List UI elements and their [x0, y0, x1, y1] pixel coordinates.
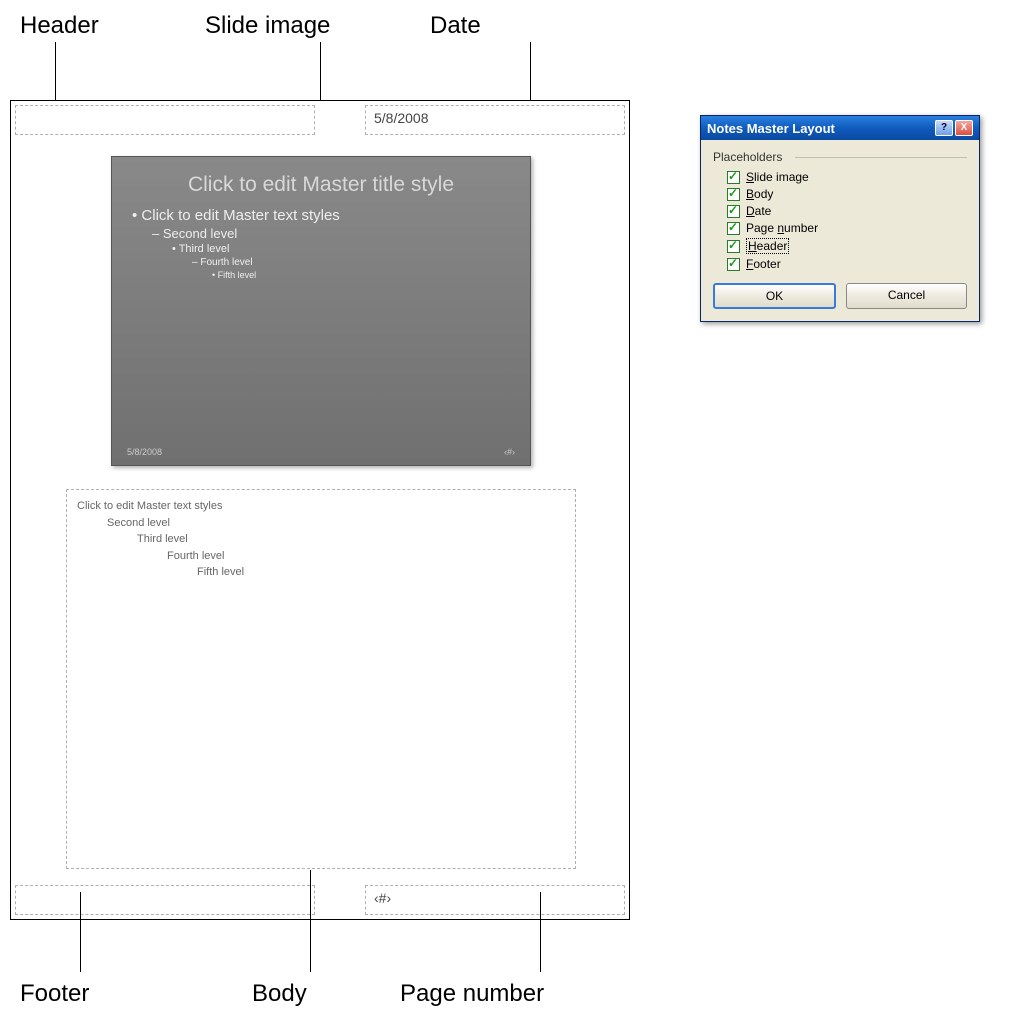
date-placeholder[interactable]: 5/8/2008: [365, 105, 625, 135]
footer-placeholder[interactable]: [15, 885, 315, 915]
checkbox-body[interactable]: [727, 188, 740, 201]
body-level-1: Click to edit Master text styles: [77, 498, 565, 515]
checkbox-row-page-number[interactable]: Page number: [727, 221, 967, 235]
checkbox-label-slide-image[interactable]: Slide image: [746, 170, 809, 184]
checkbox-label-footer[interactable]: Footer: [746, 257, 781, 271]
placeholders-group-label: Placeholders: [713, 150, 967, 164]
checkbox-row-footer[interactable]: Footer: [727, 257, 967, 271]
notes-master-layout-dialog: Notes Master Layout ? X Placeholders Sli…: [700, 115, 980, 322]
callout-line: [540, 892, 541, 972]
callout-footer-label: Footer: [20, 980, 89, 1008]
callout-body-label: Body: [252, 980, 307, 1008]
body-level-4: Fourth level: [167, 548, 565, 565]
checkbox-row-header[interactable]: Header: [727, 238, 967, 254]
help-icon[interactable]: ?: [935, 120, 953, 136]
slide-footer-date: 5/8/2008: [127, 447, 162, 457]
dialog-titlebar[interactable]: Notes Master Layout ? X: [701, 116, 979, 140]
slide-bullet-3: • Third level: [172, 243, 510, 255]
checkbox-label-date[interactable]: Date: [746, 204, 771, 218]
callout-pagenum-label: Page number: [400, 980, 544, 1008]
body-placeholder[interactable]: Click to edit Master text styles Second …: [66, 489, 576, 869]
cancel-button[interactable]: Cancel: [846, 283, 967, 309]
close-icon[interactable]: X: [955, 120, 973, 136]
callout-header-label: Header: [20, 12, 99, 40]
ok-button[interactable]: OK: [713, 283, 836, 309]
slide-bullet-1: • Click to edit Master text styles: [132, 207, 510, 224]
callout-line: [80, 892, 81, 972]
slide-bullet-2: – Second level: [152, 226, 510, 241]
body-level-5: Fifth level: [197, 564, 565, 581]
notes-master-page: 5/8/2008 Click to edit Master title styl…: [10, 100, 630, 920]
slide-image-placeholder[interactable]: Click to edit Master title style • Click…: [111, 156, 531, 466]
dialog-title: Notes Master Layout: [707, 121, 933, 136]
checkbox-label-header[interactable]: Header: [746, 238, 789, 254]
checkbox-page-number[interactable]: [727, 222, 740, 235]
callout-date-label: Date: [430, 12, 481, 40]
checkbox-label-body[interactable]: Body: [746, 187, 773, 201]
dialog-body: Placeholders Slide image Body Date Page …: [701, 140, 979, 321]
slide-title: Click to edit Master title style: [132, 172, 510, 197]
checkbox-row-date[interactable]: Date: [727, 204, 967, 218]
callout-slide-image-label: Slide image: [205, 12, 330, 40]
body-level-2: Second level: [107, 515, 565, 532]
slide-bullet-5: • Fifth level: [212, 270, 510, 280]
checkbox-row-body[interactable]: Body: [727, 187, 967, 201]
callout-line: [310, 870, 311, 972]
body-level-3: Third level: [137, 531, 565, 548]
checkbox-slide-image[interactable]: [727, 171, 740, 184]
checkbox-header[interactable]: [727, 240, 740, 253]
slide-footer-num: ‹#›: [504, 447, 515, 457]
header-placeholder[interactable]: [15, 105, 315, 135]
checkbox-date[interactable]: [727, 205, 740, 218]
page-number-placeholder[interactable]: ‹#›: [365, 885, 625, 915]
slide-bullet-4: – Fourth level: [192, 257, 510, 268]
checkbox-label-page-number[interactable]: Page number: [746, 221, 818, 235]
checkbox-footer[interactable]: [727, 258, 740, 271]
checkbox-row-slide-image[interactable]: Slide image: [727, 170, 967, 184]
